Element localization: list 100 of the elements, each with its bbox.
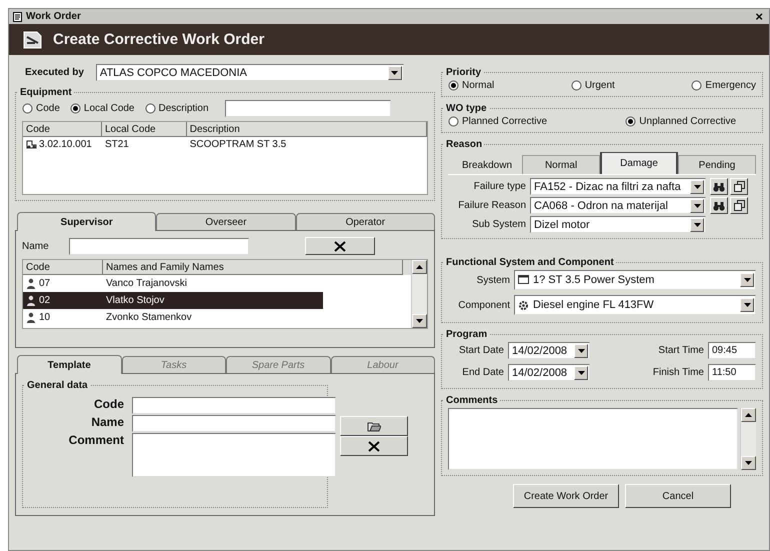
- gear-icon: [518, 300, 529, 310]
- table-cell: 10: [39, 312, 50, 323]
- group-title: Comments: [445, 395, 499, 406]
- caret-icon[interactable]: [740, 298, 754, 312]
- vehicle-icon: [26, 139, 37, 149]
- time-field[interactable]: 09:45: [708, 342, 756, 359]
- tab[interactable]: Pending: [678, 155, 756, 174]
- copy-icon: [734, 200, 744, 211]
- input-field[interactable]: [132, 397, 336, 414]
- caret-icon[interactable]: [690, 218, 704, 232]
- name-field[interactable]: [68, 238, 249, 254]
- person-icon: [26, 278, 37, 289]
- search-field[interactable]: [224, 100, 391, 117]
- scroll-up-icon[interactable]: [412, 260, 427, 274]
- group-title: Reason: [445, 139, 484, 150]
- radio-button[interactable]: Unplanned Corrective: [625, 116, 736, 127]
- table-row[interactable]: 10 Zvonko Stamenkov: [23, 309, 323, 326]
- table-cell: 07: [39, 278, 50, 289]
- comments-field[interactable]: [448, 408, 738, 470]
- tab[interactable]: Overseer: [156, 213, 296, 230]
- field-value: Dizel motor: [534, 218, 590, 230]
- column-header[interactable]: Code: [23, 260, 103, 275]
- field-label: Sub System: [471, 219, 526, 230]
- find-button[interactable]: [710, 178, 728, 195]
- tab[interactable]: Damage: [600, 152, 678, 174]
- radio-icon[interactable]: [691, 80, 702, 91]
- radio-button[interactable]: Description: [144, 103, 209, 114]
- radio-button[interactable]: Code: [22, 103, 60, 114]
- table-row[interactable]: 02 Vlatko Stojov: [23, 292, 323, 309]
- close-icon: [334, 240, 346, 252]
- field-label: Breakdown: [462, 160, 514, 173]
- scrollbar[interactable]: [740, 408, 756, 470]
- tab[interactable]: Operator: [296, 213, 435, 230]
- dropdown[interactable]: Dizel motor: [530, 216, 706, 233]
- radio-button[interactable]: Normal: [448, 80, 494, 91]
- caret-icon[interactable]: [388, 66, 402, 80]
- dropdown[interactable]: CA068 - Odron na materijal: [530, 197, 706, 214]
- radio-icon[interactable]: [570, 80, 582, 91]
- column-header[interactable]: Code: [23, 122, 102, 137]
- field-label: Comment: [68, 433, 124, 447]
- tab[interactable]: Template: [17, 355, 122, 374]
- radio-button[interactable]: Local Code: [70, 103, 134, 114]
- field-label: Failure Reason: [457, 200, 526, 211]
- comment-field[interactable]: [132, 433, 336, 477]
- radio-icon[interactable]: [144, 103, 156, 114]
- dropdown[interactable]: ATLAS COPCO MACEDONIA: [96, 64, 404, 81]
- radio-icon[interactable]: [448, 80, 459, 91]
- copy-button[interactable]: [730, 197, 748, 214]
- column-header[interactable]: Local Code: [102, 122, 187, 137]
- scroll-up-icon[interactable]: [741, 408, 756, 422]
- person-icon: [26, 312, 37, 323]
- caret-icon[interactable]: [740, 273, 754, 287]
- radio-button[interactable]: Planned Corrective: [448, 116, 548, 127]
- table-cell-text: Vanco Trajanovski: [105, 278, 188, 289]
- table-cell: 02: [39, 295, 50, 306]
- delete-button[interactable]: [340, 436, 408, 456]
- dropdown[interactable]: 14/02/2008: [508, 364, 590, 381]
- field-value: Diesel engine FL 413FW: [533, 299, 654, 311]
- dialog-button[interactable]: Create Work Order: [513, 484, 619, 508]
- table-cell: 3.02.10.001: [39, 138, 92, 150]
- tab[interactable]: Normal: [522, 155, 600, 174]
- scroll-down-icon[interactable]: [741, 456, 756, 470]
- dropdown[interactable]: 14/02/2008: [508, 342, 590, 359]
- scroll-down-icon[interactable]: [412, 314, 427, 328]
- column-header[interactable]: Names and Family Names: [103, 260, 403, 275]
- time-field[interactable]: 11:50: [708, 364, 756, 381]
- find-button[interactable]: [710, 197, 728, 214]
- scrollbar[interactable]: [411, 260, 427, 328]
- open-button[interactable]: [340, 416, 408, 436]
- radio-icon[interactable]: [22, 103, 33, 114]
- radio-icon[interactable]: [625, 116, 636, 127]
- close-button[interactable]: ×: [753, 10, 765, 23]
- caret-icon[interactable]: [574, 344, 588, 358]
- dialog-button[interactable]: Cancel: [625, 484, 731, 508]
- radio-icon[interactable]: [448, 116, 459, 127]
- radio-button[interactable]: Emergency: [691, 80, 756, 91]
- table-cell-text: Vlatko Stojov: [105, 295, 166, 306]
- radio-icon[interactable]: [70, 103, 81, 114]
- column-header[interactable]: Description: [186, 122, 427, 137]
- field-label: Start Date: [458, 345, 504, 356]
- copy-button[interactable]: [730, 178, 748, 195]
- tab[interactable]: Supervisor: [17, 212, 156, 231]
- dropdown[interactable]: Diesel engine FL 413FW: [514, 295, 756, 315]
- caret-icon[interactable]: [690, 198, 704, 212]
- field-value: 14/02/2008: [512, 344, 568, 356]
- field-value: FA152 - Dizac na filtri za nafta: [534, 180, 681, 192]
- radio-button[interactable]: Urgent: [570, 80, 615, 91]
- window-icon: [13, 12, 22, 22]
- dropdown[interactable]: FA152 - Dizac na filtri za nafta: [530, 178, 706, 195]
- caret-icon[interactable]: [690, 180, 704, 194]
- field-label: End Date: [461, 367, 504, 378]
- input-field[interactable]: [132, 415, 336, 432]
- clear-button[interactable]: [304, 237, 375, 255]
- field-value: CA068 - Odron na materijal: [534, 200, 668, 212]
- dropdown[interactable]: 1? ST 3.5 Power System: [514, 270, 756, 290]
- close-icon: [368, 440, 380, 452]
- caret-icon[interactable]: [574, 366, 588, 380]
- group-title: Program: [445, 329, 488, 340]
- group-title: Equipment: [19, 87, 73, 98]
- table-row[interactable]: 07 Vanco Trajanovski: [23, 275, 323, 292]
